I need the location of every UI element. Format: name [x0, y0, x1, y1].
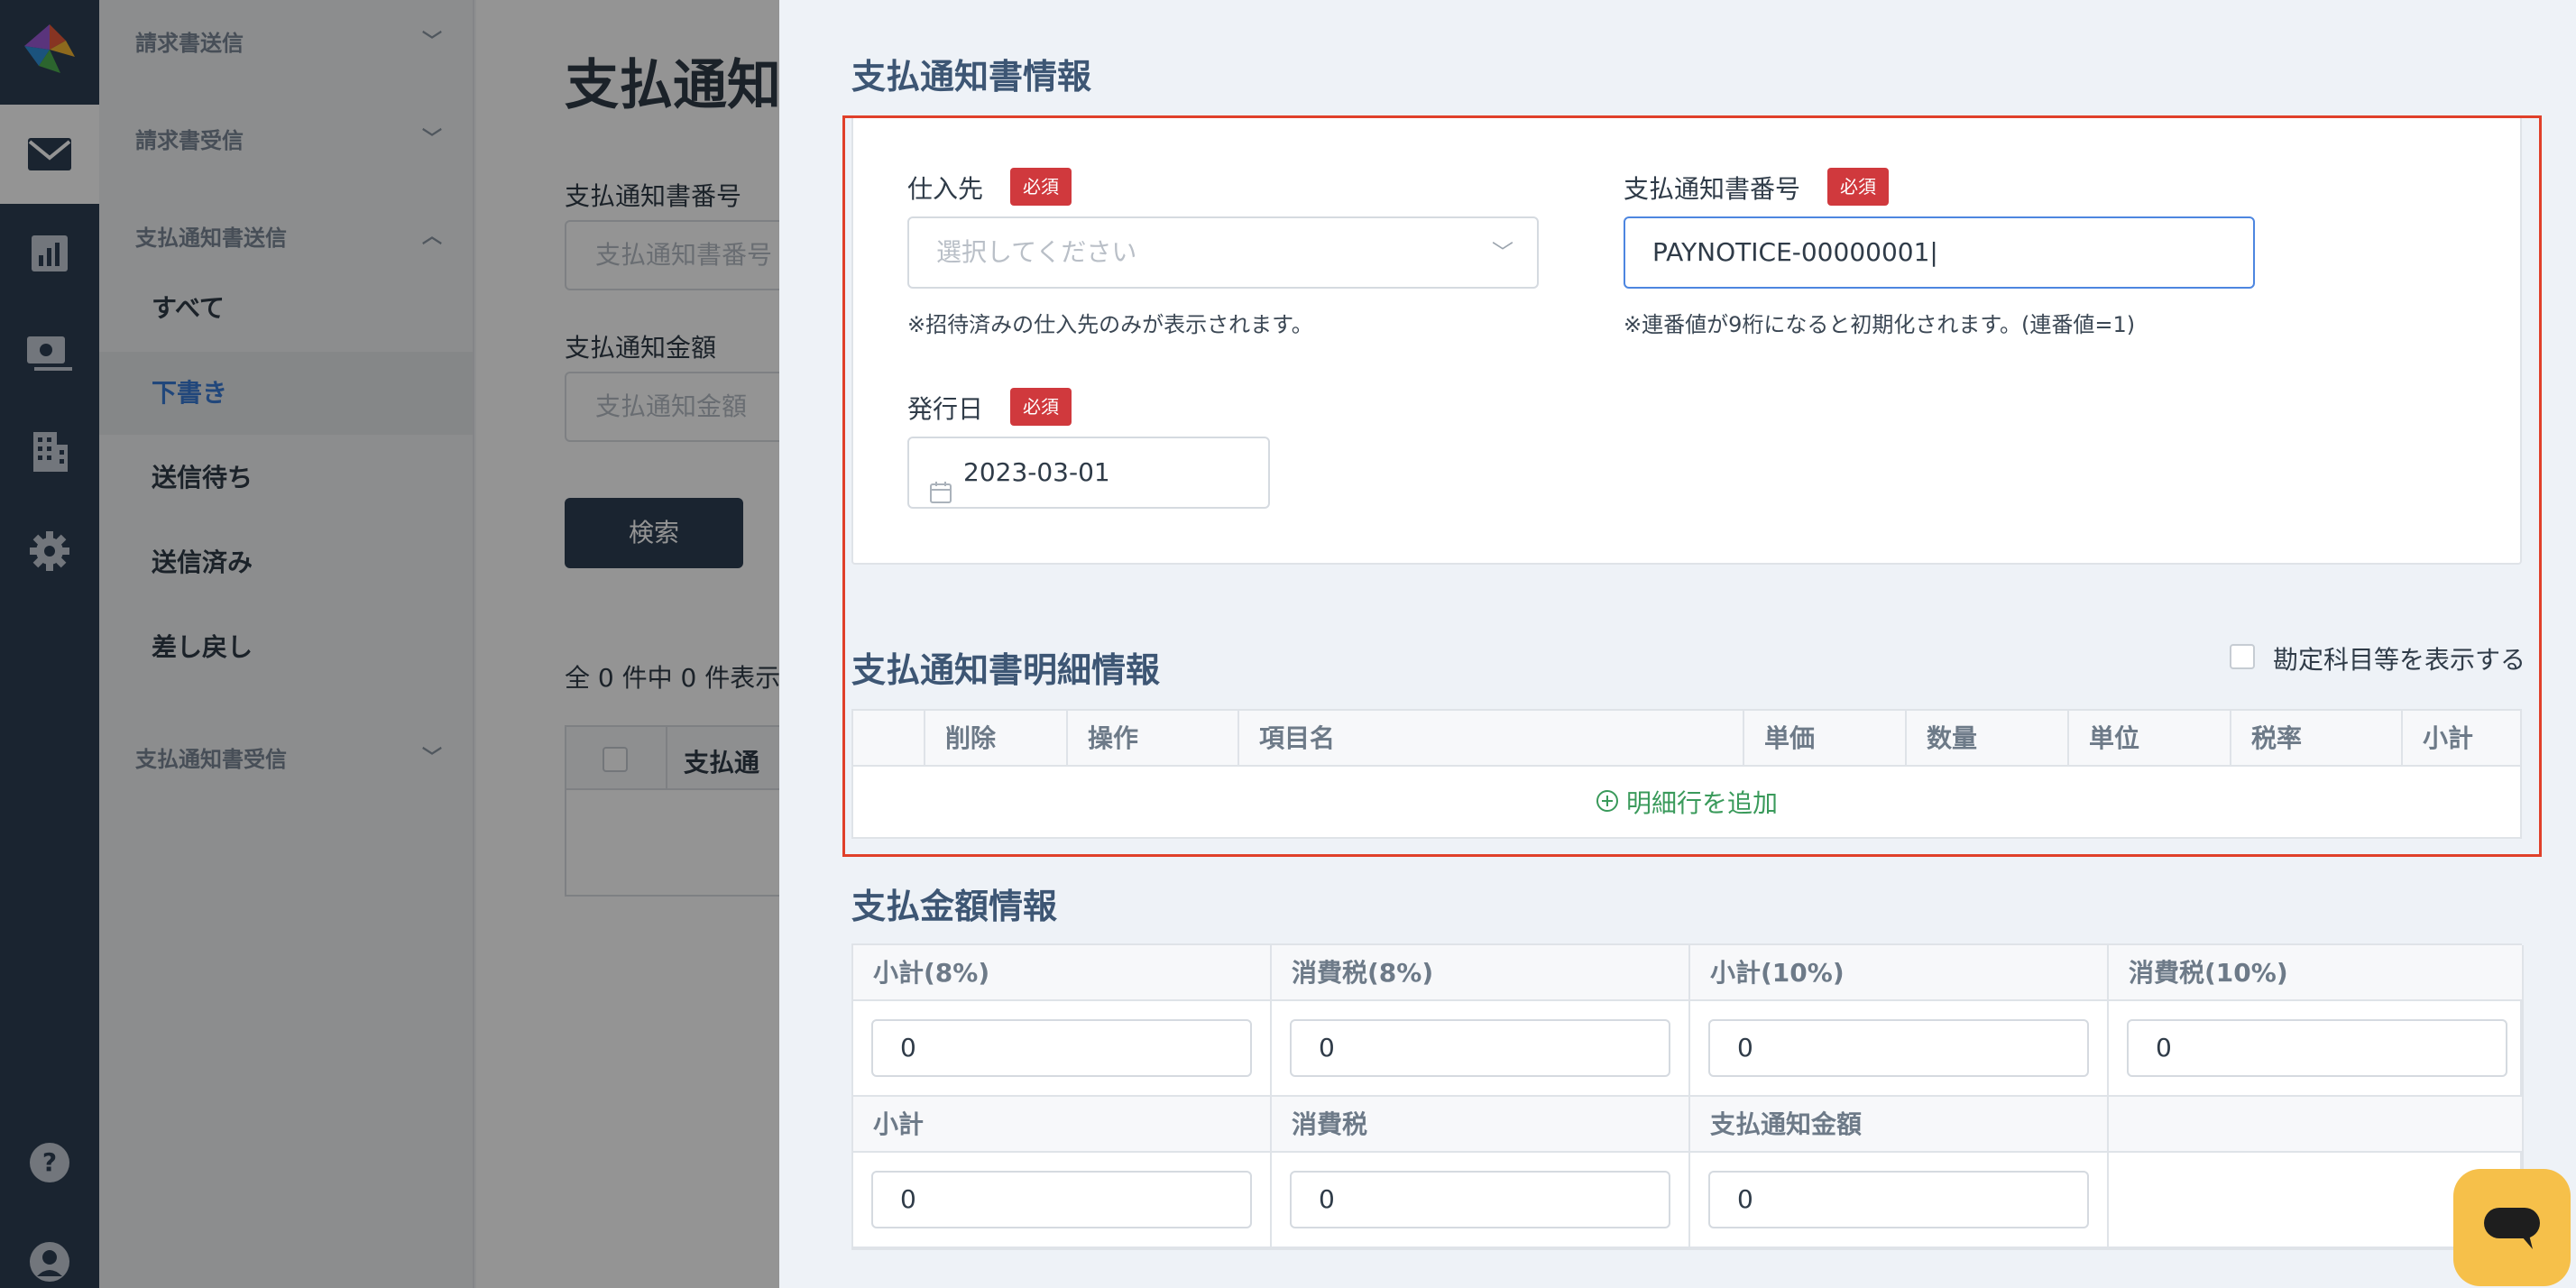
column-item-name: 項目名 [1237, 711, 1743, 767]
supplier-label: 仕入先 [907, 174, 984, 204]
column-tax-rate: 税率 [2230, 711, 2401, 767]
column-action: 操作 [1066, 711, 1237, 767]
notice-number-hint: ※連番値が9桁になると初期化されます。(連番値=1) [1624, 312, 2136, 337]
info-card: 仕入先 必須 選択してください ﹀ ※招待済みの仕入先のみが表示されます。 支払… [851, 115, 2522, 565]
calendar-icon [929, 462, 952, 530]
required-badge: 必須 [1827, 168, 1889, 206]
amount-header-tax-8: 消費税(8%) [1272, 945, 1690, 1001]
show-accounts-checkbox[interactable] [2230, 644, 2255, 669]
notice-number-input[interactable]: PAYNOTICE-00000001| [1624, 216, 2255, 289]
column-delete: 削除 [924, 711, 1066, 767]
amount-table: 小計(8%) 消費税(8%) 小計(10%) 消費税(10%) 0 0 0 0 … [851, 943, 2524, 1250]
add-row-button[interactable]: 明細行を追加 [853, 768, 2520, 839]
issue-date-label: 発行日 [907, 394, 984, 424]
chevron-down-icon: ﹀ [1492, 240, 1513, 265]
amount-header-tax: 消費税 [1272, 1097, 1690, 1153]
notice-number-label: 支払通知書番号 [1624, 174, 1801, 204]
subtotal-8-input[interactable]: 0 [871, 1019, 1252, 1077]
amount-section-title: 支払金額情報 [851, 887, 1058, 926]
amount-header-total: 支払通知金額 [1690, 1097, 2109, 1153]
required-badge: 必須 [1010, 168, 1072, 206]
payment-notice-drawer: 支払通知書情報 仕入先 必須 選択してください ﹀ ※招待済みの仕入先のみが表示… [779, 0, 2576, 1288]
subtotal-10-input[interactable]: 0 [1708, 1019, 2089, 1077]
amount-header-subtotal-8: 小計(8%) [853, 945, 1272, 1001]
detail-table: 削除 操作 項目名 単価 数量 単位 税率 小計 明細行を追加 [851, 709, 2522, 839]
info-section-title: 支払通知書情報 [851, 57, 1092, 97]
supplier-select[interactable]: 選択してください ﹀ [907, 216, 1539, 289]
detail-table-header: 削除 操作 項目名 単価 数量 単位 税率 小計 [853, 711, 2520, 767]
column-unit-price: 単価 [1743, 711, 1905, 767]
required-badge: 必須 [1010, 388, 1072, 426]
tax-10-input[interactable]: 0 [2127, 1019, 2507, 1077]
amount-header-tax-10: 消費税(10%) [2109, 945, 2524, 1001]
tax-8-input[interactable]: 0 [1290, 1019, 1670, 1077]
issue-date-picker[interactable]: 2023-03-01 [907, 437, 1270, 509]
detail-section-title: 支払通知書明細情報 [851, 650, 1161, 690]
amount-header-subtotal-10: 小計(10%) [1690, 945, 2109, 1001]
column-subtotal: 小計 [2401, 711, 2520, 767]
column-unit: 単位 [2067, 711, 2230, 767]
supplier-hint: ※招待済みの仕入先のみが表示されます。 [907, 312, 1313, 337]
tax-input[interactable]: 0 [1290, 1171, 1670, 1228]
subtotal-input[interactable]: 0 [871, 1171, 1252, 1228]
plus-circle-icon [1596, 769, 1619, 840]
chat-icon[interactable] [2453, 1169, 2571, 1286]
column-quantity: 数量 [1905, 711, 2067, 767]
show-accounts-label[interactable]: 勘定科目等を表示する [2273, 640, 2525, 676]
total-amount-input[interactable]: 0 [1708, 1171, 2089, 1228]
amount-header-subtotal: 小計 [853, 1097, 1272, 1153]
